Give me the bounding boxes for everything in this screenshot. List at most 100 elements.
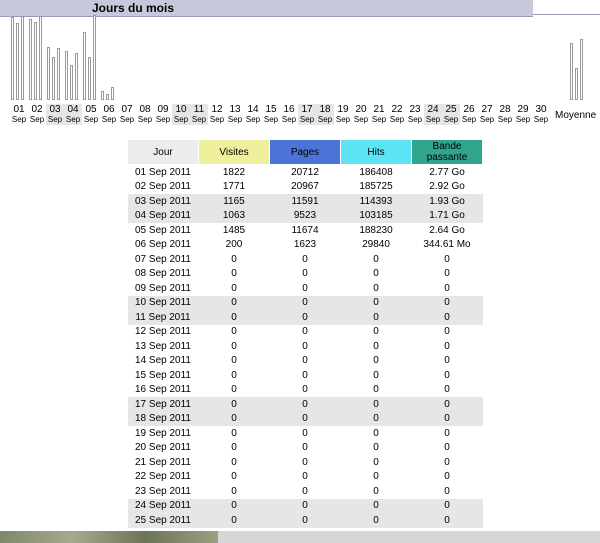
cell-visits: 0 xyxy=(198,513,270,528)
day-month: Sep xyxy=(191,115,207,124)
day-label: 01 Sep xyxy=(10,104,28,125)
day-month: Sep xyxy=(497,115,513,124)
bar-hits xyxy=(75,53,78,100)
day-number: 15 xyxy=(265,104,277,115)
cell-visits: 1771 xyxy=(222,181,246,193)
day-month: Sep xyxy=(461,115,477,124)
cell-bandwidth: 0 xyxy=(444,282,450,294)
bar-visits xyxy=(83,32,86,100)
bar-visits xyxy=(11,16,14,100)
bar-visits xyxy=(47,46,50,100)
cell-day: 22 Sep 2011 xyxy=(135,471,191,483)
cell-bandwidth: 0 xyxy=(444,253,450,265)
cell-day: 19 Sep 2011 xyxy=(135,427,191,439)
day-month: Sep xyxy=(317,115,333,124)
day-month: Sep xyxy=(47,115,63,124)
cell-visits: 0 xyxy=(198,310,270,325)
bar-pages xyxy=(16,23,19,100)
cell-bandwidth: 1.71 Go xyxy=(411,208,483,223)
day-month: Sep xyxy=(479,115,495,124)
table-row: 06 Sep 2011 200 1623 29840 344.61 Mo xyxy=(128,238,483,253)
day-label: 12 Sep xyxy=(208,104,226,125)
cell-hits: 0 xyxy=(373,268,379,280)
bar-visits xyxy=(65,51,68,100)
bar-pages xyxy=(52,57,55,100)
bar-pages xyxy=(88,56,91,100)
cell-hits: 0 xyxy=(373,340,379,352)
cell-day: 18 Sep 2011 xyxy=(127,411,199,426)
day-label: 14 Sep xyxy=(244,104,262,125)
table-row: 24 Sep 2011 0 0 0 0 xyxy=(127,498,483,513)
bar-hits xyxy=(93,15,96,100)
day-label: 27 Sep xyxy=(478,104,496,125)
day-month: Sep xyxy=(263,115,279,124)
day-number: 04 xyxy=(67,104,79,115)
cell-pages: 0 xyxy=(269,498,341,513)
cell-hits: 0 xyxy=(340,411,412,426)
day-label: 05 Sep xyxy=(82,104,100,125)
section-divider xyxy=(533,14,600,15)
cell-pages: 0 xyxy=(302,326,308,338)
table-row: 20 Sep 2011 0 0 0 0 xyxy=(128,441,483,456)
day-label: 22 Sep xyxy=(388,104,406,125)
cell-pages: 0 xyxy=(302,427,308,439)
day-month: Sep xyxy=(335,115,351,124)
cell-visits: 0 xyxy=(231,340,237,352)
cell-day: 02 Sep 2011 xyxy=(135,181,191,193)
cell-bandwidth: 0 xyxy=(444,485,450,497)
cell-bandwidth: 0 xyxy=(444,456,450,468)
bar-hits xyxy=(21,15,24,100)
day-number: 20 xyxy=(355,104,367,115)
day-label: 04 Sep xyxy=(64,104,82,125)
day-number: 14 xyxy=(247,104,259,115)
cell-hits: 0 xyxy=(373,355,379,367)
table-row: 22 Sep 2011 0 0 0 0 xyxy=(128,470,483,485)
table-header-row: Jour Visites Pages Hits Bande passante xyxy=(127,139,483,165)
cell-bandwidth: 0 xyxy=(444,384,450,396)
day-label: 17 Sep xyxy=(298,104,316,125)
day-label: 23 Sep xyxy=(406,104,424,125)
cell-visits: 0 xyxy=(231,326,237,338)
table-row: 11 Sep 2011 0 0 0 0 xyxy=(127,310,483,325)
day-month: Sep xyxy=(299,115,315,124)
cell-pages: 0 xyxy=(302,253,308,265)
day-label: 13 Sep xyxy=(226,104,244,125)
cell-bandwidth: 0 xyxy=(411,513,483,528)
day-month: Sep xyxy=(29,115,45,124)
day-month: Sep xyxy=(65,115,81,124)
day-number: 07 xyxy=(121,104,133,115)
day-month: Sep xyxy=(11,115,27,124)
day-number: 16 xyxy=(283,104,295,115)
cell-pages: 9523 xyxy=(269,208,341,223)
day-number: 27 xyxy=(481,104,493,115)
footer-photo xyxy=(0,531,218,543)
header-day: Jour xyxy=(127,139,199,165)
cell-pages: 11674 xyxy=(291,224,319,236)
day-label: 26 Sep xyxy=(460,104,478,125)
day-label: 28 Sep xyxy=(496,104,514,125)
header-pages: Pages xyxy=(269,139,341,165)
cell-visits: 1822 xyxy=(222,166,246,178)
cell-day: 14 Sep 2011 xyxy=(135,355,191,367)
day-month: Sep xyxy=(209,115,225,124)
table-row: 07 Sep 2011 0 0 0 0 xyxy=(128,252,483,267)
day-label: 29 Sep xyxy=(514,104,532,125)
cell-visits: 1165 xyxy=(198,194,270,209)
cell-hits: 114393 xyxy=(340,194,412,209)
cell-hits: 0 xyxy=(373,369,379,381)
day-number: 24 xyxy=(427,104,439,115)
cell-hits: 0 xyxy=(340,513,412,528)
cell-pages: 0 xyxy=(269,310,341,325)
bar-pages xyxy=(70,64,73,100)
cell-day: 05 Sep 2011 xyxy=(135,224,191,236)
day-month: Sep xyxy=(173,115,189,124)
day-label: 06 Sep xyxy=(100,104,118,125)
day-month: Sep xyxy=(533,115,549,124)
cell-bandwidth: 2.77 Go xyxy=(429,166,465,178)
day-number: 08 xyxy=(139,104,151,115)
day-number: 30 xyxy=(535,104,547,115)
cell-pages: 0 xyxy=(302,282,308,294)
cell-visits: 0 xyxy=(231,253,237,265)
cell-hits: 0 xyxy=(340,310,412,325)
cell-pages: 0 xyxy=(269,397,341,412)
